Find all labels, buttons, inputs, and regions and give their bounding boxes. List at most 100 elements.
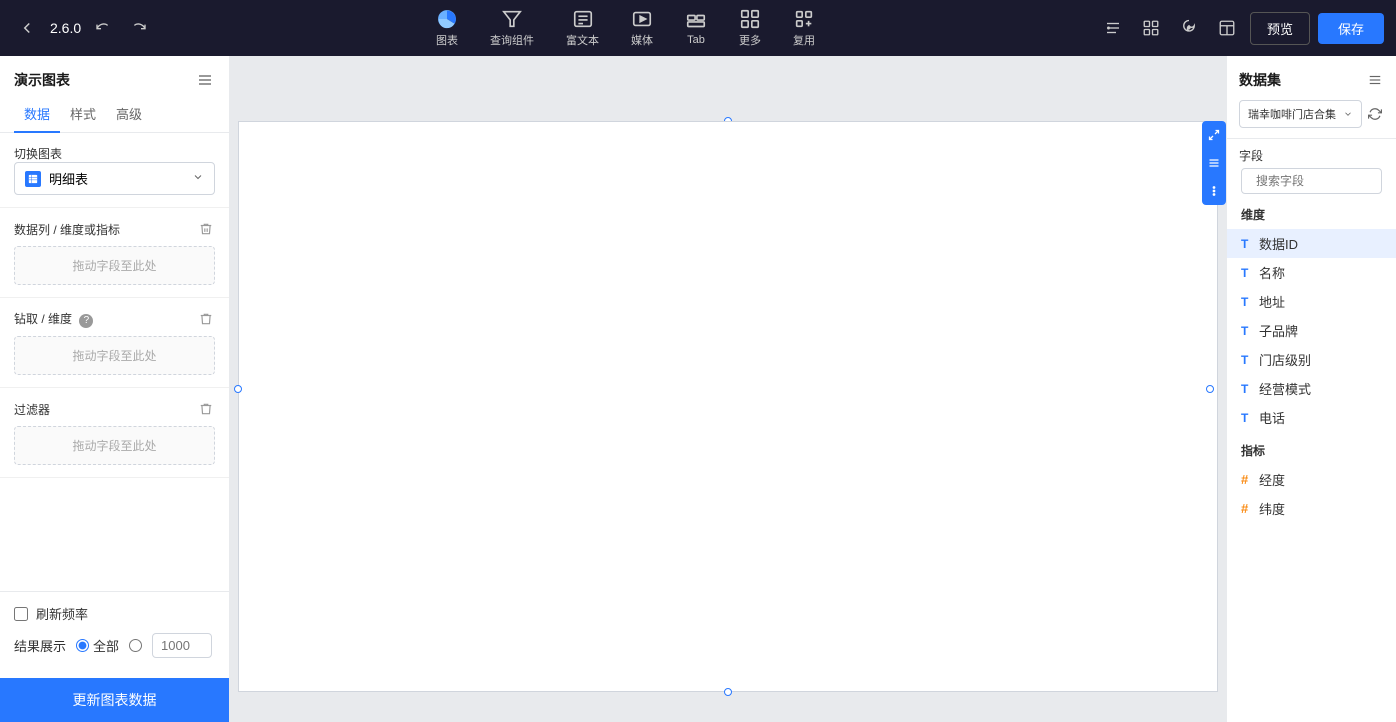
drill-label: 钻取 / 维度 ? [14, 310, 93, 328]
more-nav-icon [739, 8, 761, 30]
fields-label: 字段 [1239, 147, 1263, 164]
nav-richtext[interactable]: 富文本 [552, 2, 613, 54]
refresh-row: 刷新频率 [14, 604, 215, 623]
filter-block: 过滤器 拖动字段至此处 [0, 388, 229, 478]
field-type-icon-phone: T [1241, 411, 1253, 425]
chart-panel-header: 演示图表 [0, 56, 229, 90]
dataset-menu-btn[interactable] [1366, 71, 1384, 89]
chart-icon [436, 8, 458, 30]
dimensions-label: 维度 [1227, 202, 1396, 229]
dataset-title: 数据集 [1239, 70, 1281, 90]
filter-header: 过滤器 [14, 400, 215, 418]
filter-icon [501, 8, 523, 30]
reuse-icon [793, 8, 815, 30]
field-label-address: 地址 [1259, 292, 1285, 311]
field-item-phone[interactable]: T 电话 [1227, 403, 1396, 432]
topbar-right: 预览 保存 [1098, 12, 1384, 45]
tab-style[interactable]: 样式 [60, 98, 106, 133]
chart-type-value: 明细表 [49, 169, 88, 188]
nav-chart[interactable]: 图表 [422, 2, 472, 54]
data-columns-header: 数据列 / 维度或指标 [14, 220, 215, 238]
field-label-latitude: 纬度 [1259, 499, 1285, 518]
drill-delete-btn[interactable] [197, 310, 215, 328]
data-columns-delete-btn[interactable] [197, 220, 215, 238]
chart-panel-menu-btn[interactable] [195, 70, 215, 90]
metrics-label: 指标 [1227, 438, 1396, 465]
chart-type-icon [25, 171, 41, 187]
back-button[interactable] [12, 13, 42, 43]
chart-type-select[interactable]: 明细表 [14, 162, 215, 195]
tab-advanced[interactable]: 高级 [106, 98, 152, 133]
chart-config-panel: 演示图表 数据 样式 高级 切换图表 [0, 56, 230, 722]
theme-icon-btn[interactable] [1174, 13, 1204, 43]
nav-query-label: 查询组件 [490, 32, 534, 48]
result-all-radio[interactable]: 全部 [76, 636, 119, 655]
chart-type-block: 切换图表 明细表 [0, 133, 229, 208]
resize-handle-bottom[interactable] [724, 688, 732, 696]
nav-tab-label: Tab [687, 34, 705, 46]
field-item-business-mode[interactable]: T 经营模式 [1227, 374, 1396, 403]
canvas-frame [238, 121, 1218, 692]
nav-tab[interactable]: Tab [671, 4, 721, 52]
redo-button[interactable] [125, 14, 153, 42]
nav-more[interactable]: 更多 [725, 2, 775, 54]
result-num-radio[interactable] [129, 639, 142, 652]
tab-icon [685, 10, 707, 32]
filter-delete-btn[interactable] [197, 400, 215, 418]
canvas-list-btn[interactable] [1202, 149, 1226, 177]
tab-data[interactable]: 数据 [14, 98, 60, 133]
refresh-checkbox[interactable] [14, 607, 28, 621]
result-num-input[interactable] [152, 633, 212, 658]
canvas-zoom-btn[interactable] [1202, 121, 1226, 149]
chart-panel-title: 演示图表 [14, 70, 70, 90]
preview-button[interactable]: 预览 [1250, 12, 1310, 45]
grid-icon-btn[interactable] [1136, 13, 1166, 43]
field-label-longitude: 经度 [1259, 470, 1285, 489]
drill-dropzone[interactable]: 拖动字段至此处 [14, 336, 215, 375]
field-label-sub-brand: 子品牌 [1259, 321, 1298, 340]
dataset-select[interactable]: 瑞幸咖啡门店合集 [1239, 100, 1362, 128]
field-search-input[interactable] [1256, 174, 1396, 188]
canvas-more-btn[interactable] [1202, 177, 1226, 205]
nav-reuse[interactable]: 复用 [779, 2, 829, 54]
drill-header: 钻取 / 维度 ? [14, 310, 215, 328]
field-item-name[interactable]: T 名称 [1227, 258, 1396, 287]
nav-query[interactable]: 查询组件 [476, 2, 548, 54]
resize-handle-left[interactable] [234, 385, 242, 393]
resize-handle-right[interactable] [1206, 385, 1214, 393]
data-columns-dropzone[interactable]: 拖动字段至此处 [14, 246, 215, 285]
data-columns-label: 数据列 / 维度或指标 [14, 221, 120, 238]
update-chart-button[interactable]: 更新图表数据 [0, 678, 229, 722]
data-columns-block: 数据列 / 维度或指标 拖动字段至此处 [0, 208, 229, 298]
save-button[interactable]: 保存 [1318, 13, 1384, 44]
drill-help-icon[interactable]: ? [79, 314, 93, 328]
field-type-icon-latitude: # [1241, 501, 1253, 516]
dataset-refresh-btn[interactable] [1366, 105, 1384, 123]
field-label-business-mode: 经营模式 [1259, 379, 1311, 398]
field-search-box [1241, 168, 1382, 194]
topbar-left: 2.6.0 [12, 13, 153, 43]
field-item-store-level[interactable]: T 门店级别 [1227, 345, 1396, 374]
undo-button[interactable] [89, 14, 117, 42]
field-type-icon-data-id: T [1241, 237, 1253, 251]
field-item-sub-brand[interactable]: T 子品牌 [1227, 316, 1396, 345]
field-item-address[interactable]: T 地址 [1227, 287, 1396, 316]
field-label-store-level: 门店级别 [1259, 350, 1311, 369]
field-item-data-id[interactable]: T 数据ID [1227, 229, 1396, 258]
app-version: 2.6.0 [50, 20, 81, 36]
dataset-select-value: 瑞幸咖啡门店合集 [1248, 106, 1343, 122]
result-label: 结果展示 [14, 636, 66, 655]
filter-dropzone[interactable]: 拖动字段至此处 [14, 426, 215, 465]
layout-icon-btn[interactable] [1212, 13, 1242, 43]
field-label-data-id: 数据ID [1259, 234, 1298, 253]
field-type-icon-name: T [1241, 266, 1253, 280]
nav-media[interactable]: 媒体 [617, 2, 667, 54]
topbar: 2.6.0 图表 查询组件 [0, 0, 1396, 56]
nav-media-label: 媒体 [631, 32, 653, 48]
field-type-icon-store-level: T [1241, 353, 1253, 367]
field-label-phone: 电话 [1259, 408, 1285, 427]
dataset-panel: 数据集 瑞幸咖啡门店合集 [1226, 56, 1396, 722]
settings-icon-btn[interactable] [1098, 13, 1128, 43]
field-item-longitude[interactable]: # 经度 [1227, 465, 1396, 494]
field-item-latitude[interactable]: # 纬度 [1227, 494, 1396, 523]
